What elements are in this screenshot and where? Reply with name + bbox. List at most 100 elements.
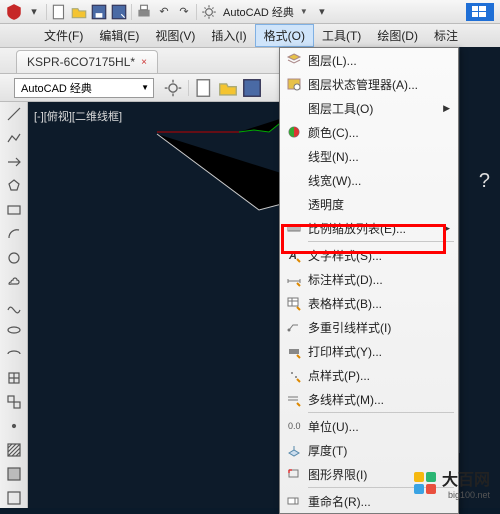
save-icon[interactable] [89,3,109,21]
point-icon[interactable] [3,416,25,436]
rectangle-icon[interactable] [3,200,25,220]
make-block-icon[interactable] [3,392,25,412]
undo-icon[interactable]: ↶ [154,3,174,21]
menu-item-label: 点样式(P)... [308,367,370,384]
menu-view[interactable]: 视图(V) [147,24,203,47]
ellipse-icon[interactable] [3,320,25,340]
redo-icon[interactable]: ↷ [174,3,194,21]
revcloud-icon[interactable] [3,272,25,292]
menu-format[interactable]: 格式(O) [255,24,314,47]
ray-icon[interactable] [3,152,25,172]
workspace-dropdown[interactable]: AutoCAD 经典 ▼ [219,4,312,20]
menu-edit[interactable]: 编辑(E) [91,24,147,47]
right-panel [459,47,500,453]
new-icon[interactable] [49,3,69,21]
menu-file[interactable]: 文件(F) [36,24,91,47]
print-icon[interactable] [134,3,154,21]
workspace-combo[interactable]: AutoCAD 经典 ▼ [14,78,154,98]
format-menu-dropdown: 图层(L)... 图层状态管理器(A)... 图层工具(O) ▶ 颜色(C)..… [279,47,459,514]
menu-item-label: 线型(N)... [308,148,359,165]
menu-item-plot-style[interactable]: 打印样式(Y)... [280,339,458,363]
menu-item-label: 表格样式(B)... [308,295,382,312]
menu-item-thickness[interactable]: 厚度(T) [280,438,458,462]
menu-item-label: 透明度 [308,196,344,213]
open-icon[interactable] [69,3,89,21]
watermark-logo-icon [414,472,436,494]
menu-item-scale-list[interactable]: 比例缩放列表(E)... ▶ [280,216,458,240]
menu-insert[interactable]: 插入(I) [203,24,254,47]
menu-separator [308,241,454,242]
menu-item-units[interactable]: 0.0 单位(U)... [280,414,458,438]
menu-item-layer-state[interactable]: 图层状态管理器(A)... [280,72,458,96]
polygon-icon[interactable] [3,176,25,196]
menu-item-label: 打印样式(Y)... [308,343,382,360]
menu-item-table-style[interactable]: 表格样式(B)... [280,291,458,315]
mleader-style-icon [280,315,308,339]
menu-item-label: 图形界限(I) [308,466,367,483]
menu-item-label: 多线样式(M)... [308,391,384,408]
blank-icon [280,168,308,192]
region-icon[interactable] [3,488,25,508]
blank-icon [280,144,308,168]
insert-block-icon[interactable] [3,368,25,388]
color-icon [280,120,308,144]
help-icon[interactable]: ? [479,170,490,193]
document-tab[interactable]: KSPR-6CO7175HL* × [16,50,158,73]
workspace-combo-value: AutoCAD 经典 [21,80,92,96]
gear-icon[interactable] [199,3,219,21]
caret-down-icon[interactable]: ▾ [312,3,332,21]
menu-item-dim-style[interactable]: 标注样式(D)... [280,267,458,291]
menu-item-mleader-style[interactable]: 多重引线样式(I) [280,315,458,339]
line-icon[interactable] [3,104,25,124]
ellipse-arc-icon[interactable] [3,344,25,364]
menu-dimension[interactable]: 标注 [426,24,466,47]
tb-btn[interactable] [162,77,184,99]
app-icon [4,3,24,21]
caret-down-icon: ▼ [141,83,149,92]
menu-item-label: 图层(L)... [308,52,357,69]
gradient-icon[interactable] [3,464,25,484]
tb-btn[interactable] [217,77,239,99]
menu-item-label: 重命名(R)... [308,493,371,510]
menu-item-label: 颜色(C)... [308,124,359,141]
menu-draw[interactable]: 绘图(D) [369,24,426,47]
scale-list-icon [280,216,308,240]
close-icon[interactable]: × [141,57,147,68]
saveas-icon[interactable] [109,3,129,21]
thickness-icon [280,438,308,462]
limits-icon [280,462,308,486]
watermark-text: 大百网 [442,466,490,490]
menu-item-lineweight[interactable]: 线宽(W)... [280,168,458,192]
circle-icon[interactable] [3,248,25,268]
workspace-label: AutoCAD 经典 [223,4,294,20]
caret-down-icon[interactable]: ▾ [24,3,44,21]
menu-item-transparency[interactable]: 透明度 [280,192,458,216]
menu-item-color[interactable]: 颜色(C)... [280,120,458,144]
submenu-arrow-icon: ▶ [443,223,450,234]
tb-btn[interactable] [193,77,215,99]
layer-state-icon [280,72,308,96]
spline-icon[interactable] [3,296,25,316]
tb-btn[interactable] [241,77,263,99]
polyline-icon[interactable] [3,128,25,148]
separator [131,4,132,20]
arc-icon[interactable] [3,224,25,244]
menu-item-point-style[interactable]: 点样式(P)... [280,363,458,387]
blank-icon [280,96,308,120]
menubar: 文件(F) 编辑(E) 视图(V) 插入(I) 格式(O) 工具(T) 绘图(D… [0,24,500,48]
menu-item-linetype[interactable]: 线型(N)... [280,144,458,168]
menu-tools[interactable]: 工具(T) [314,24,369,47]
menu-item-text-style[interactable]: A 文字样式(S)... [280,243,458,267]
menu-item-layer[interactable]: 图层(L)... [280,48,458,72]
menu-item-label: 单位(U)... [308,418,359,435]
menu-item-layer-tools[interactable]: 图层工具(O) ▶ [280,96,458,120]
document-tab-name: KSPR-6CO7175HL* [27,55,135,69]
separator [188,80,189,96]
win-start-icon [466,3,500,21]
svg-text:A: A [288,250,297,262]
menu-item-mline-style[interactable]: 多线样式(M)... [280,387,458,411]
rename-icon [280,489,308,513]
menu-item-label: 比例缩放列表(E)... [308,220,406,237]
hatch-icon[interactable] [3,440,25,460]
watermark: 大百网 big100.net [414,466,490,500]
